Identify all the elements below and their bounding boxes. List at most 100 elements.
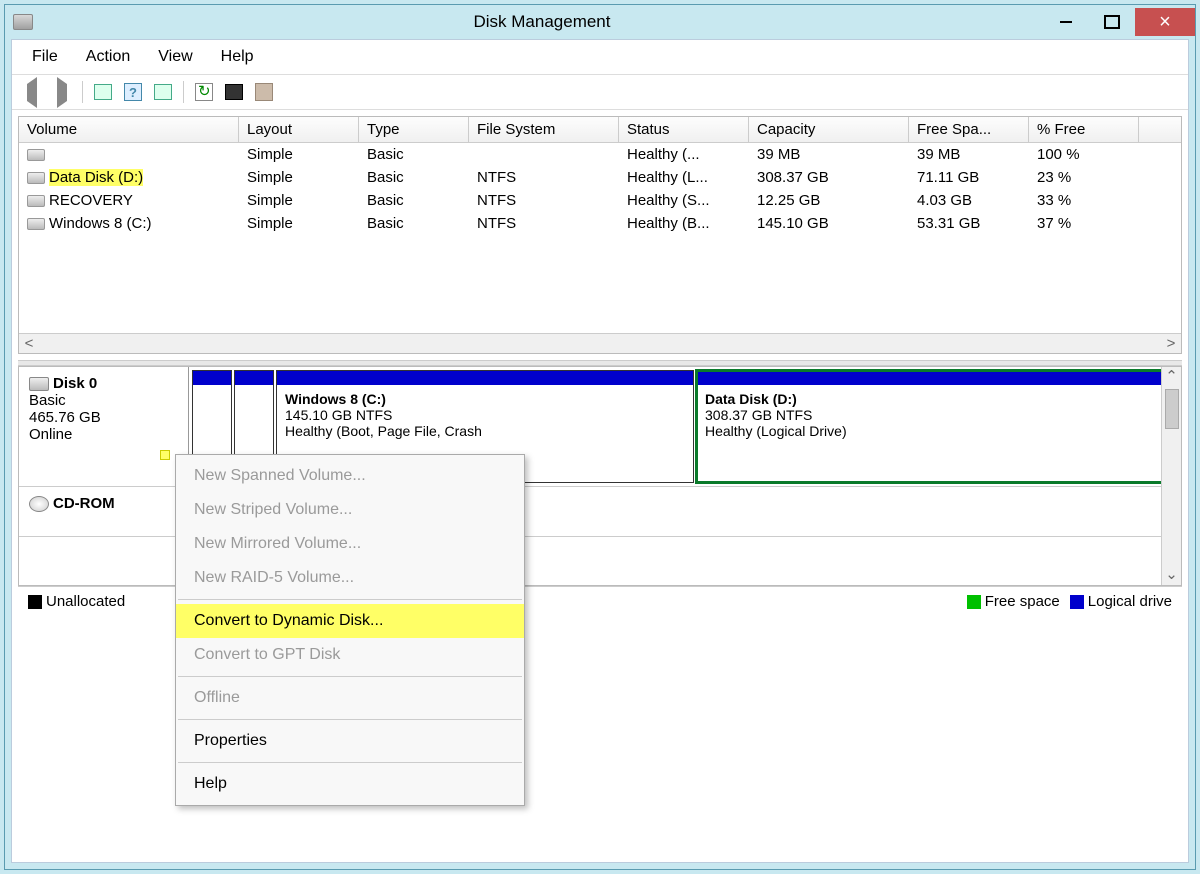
cm-convert-gpt-disk: Convert to GPT Disk — [176, 638, 524, 672]
partition-data-disk-d[interactable]: Data Disk (D:) 308.37 GB NTFS Healthy (L… — [696, 370, 1178, 483]
drive-icon — [27, 149, 45, 161]
volume-row[interactable]: Data Disk (D:)SimpleBasicNTFSHealthy (L.… — [19, 166, 1181, 189]
tree-icon — [94, 84, 112, 100]
disk-0-info[interactable]: Disk 0 Basic 465.76 GB Online — [19, 367, 189, 486]
app-icon — [13, 14, 33, 30]
scroll-left-button[interactable]: < — [19, 335, 39, 352]
cell-fs: NTFS — [469, 191, 619, 210]
cell-type: Basic — [359, 191, 469, 210]
arrow-right-icon — [57, 84, 67, 101]
partition-title: Data Disk (D:) — [705, 391, 797, 407]
cell-status: Healthy (B... — [619, 214, 749, 233]
col-volume[interactable]: Volume — [19, 117, 239, 142]
scroll-up-button[interactable]: ⌃ — [1162, 367, 1181, 387]
context-menu-separator — [178, 599, 522, 600]
volume-name: Windows 8 (C:) — [49, 215, 152, 232]
cm-properties[interactable]: Properties — [176, 724, 524, 758]
cell-capacity: 12.25 GB — [749, 191, 909, 210]
partition-size: 145.10 GB NTFS — [285, 407, 392, 423]
scroll-thumb[interactable] — [1165, 389, 1179, 429]
volume-row[interactable]: Windows 8 (C:)SimpleBasicNTFSHealthy (B.… — [19, 212, 1181, 235]
window-title: Disk Management — [41, 12, 1043, 32]
legend-logical-label: Logical drive — [1088, 593, 1172, 610]
cdrom-icon — [29, 496, 49, 512]
volume-list-body: SimpleBasicHealthy (...39 MB39 MB100 %Da… — [19, 143, 1181, 333]
scroll-down-button[interactable]: ⌄ — [1162, 565, 1181, 585]
drive-icon — [27, 218, 45, 230]
cm-new-spanned-volume: New Spanned Volume... — [176, 459, 524, 493]
legend-swatch-logical — [1070, 595, 1084, 609]
col-free-space[interactable]: Free Spa... — [909, 117, 1029, 142]
refresh-icon — [195, 83, 213, 101]
volume-row[interactable]: SimpleBasicHealthy (...39 MB39 MB100 % — [19, 143, 1181, 166]
minimize-button[interactable] — [1043, 8, 1089, 36]
legend-swatch-unallocated — [28, 595, 42, 609]
cdrom-title: CD-ROM — [53, 495, 115, 512]
cell-capacity: 308.37 GB — [749, 168, 909, 187]
disk-icon — [29, 377, 49, 391]
col-percent-free[interactable]: % Free — [1029, 117, 1139, 142]
cell-status: Healthy (... — [619, 145, 749, 164]
settings-icon — [255, 83, 273, 101]
col-capacity[interactable]: Capacity — [749, 117, 909, 142]
col-status[interactable]: Status — [619, 117, 749, 142]
drive-icon — [27, 195, 45, 207]
toolbar-divider — [183, 81, 184, 103]
cell-status: Healthy (L... — [619, 168, 749, 187]
back-button[interactable] — [18, 79, 46, 105]
scroll-right-button[interactable]: > — [1161, 335, 1181, 352]
partition-size: 308.37 GB NTFS — [705, 407, 812, 423]
cell-free: 39 MB — [909, 145, 1029, 164]
volume-list: Volume Layout Type File System Status Ca… — [18, 116, 1182, 354]
col-type[interactable]: Type — [359, 117, 469, 142]
menu-file[interactable]: File — [18, 44, 72, 70]
show-hide-tree-button[interactable] — [89, 79, 117, 105]
horizontal-scrollbar[interactable]: < > — [19, 333, 1181, 353]
menu-action[interactable]: Action — [72, 44, 144, 70]
menu-help[interactable]: Help — [207, 44, 268, 70]
partition-status: Healthy (Logical Drive) — [705, 423, 847, 439]
cell-capacity: 145.10 GB — [749, 214, 909, 233]
action-list-button[interactable] — [149, 79, 177, 105]
cdrom-info[interactable]: CD-ROM — [19, 487, 189, 536]
volume-row[interactable]: RECOVERYSimpleBasicNTFSHealthy (S...12.2… — [19, 189, 1181, 212]
disk-0-size: 465.76 GB — [29, 409, 178, 426]
toolbar-divider — [82, 81, 83, 103]
context-menu-separator — [178, 676, 522, 677]
disk-0-title: Disk 0 — [53, 375, 97, 392]
cm-help[interactable]: Help — [176, 767, 524, 801]
menu-view[interactable]: View — [144, 44, 206, 70]
legend-swatch-free — [967, 595, 981, 609]
help-button[interactable]: ? — [119, 79, 147, 105]
titlebar[interactable]: Disk Management × — [5, 5, 1195, 39]
cell-fs — [469, 145, 619, 164]
maximize-button[interactable] — [1089, 8, 1135, 36]
cell-free: 4.03 GB — [909, 191, 1029, 210]
vertical-scrollbar[interactable]: ⌃ ⌄ — [1161, 367, 1181, 585]
cell-free: 71.11 GB — [909, 168, 1029, 187]
rescan-button[interactable] — [220, 79, 248, 105]
forward-button[interactable] — [48, 79, 76, 105]
cm-new-mirrored-volume: New Mirrored Volume... — [176, 527, 524, 561]
volume-name: Data Disk (D:) — [49, 169, 143, 186]
cell-type: Basic — [359, 168, 469, 187]
cell-layout: Simple — [239, 191, 359, 210]
toolbar: ? — [12, 75, 1188, 110]
cell-fs: NTFS — [469, 214, 619, 233]
disk-0-type: Basic — [29, 392, 178, 409]
col-filesystem[interactable]: File System — [469, 117, 619, 142]
col-layout[interactable]: Layout — [239, 117, 359, 142]
drive-icon — [27, 172, 45, 184]
cell-layout: Simple — [239, 145, 359, 164]
context-menu-separator — [178, 762, 522, 763]
refresh-button[interactable] — [190, 79, 218, 105]
close-button[interactable]: × — [1135, 8, 1195, 36]
cm-convert-dynamic-disk[interactable]: Convert to Dynamic Disk... — [176, 604, 524, 638]
settings-button[interactable] — [250, 79, 278, 105]
context-menu-separator — [178, 719, 522, 720]
volume-list-header: Volume Layout Type File System Status Ca… — [19, 117, 1181, 143]
cell-pct: 100 % — [1029, 145, 1139, 164]
legend-unallocated-label: Unallocated — [46, 593, 125, 610]
cell-pct: 23 % — [1029, 168, 1139, 187]
context-menu-anchor — [160, 450, 170, 460]
